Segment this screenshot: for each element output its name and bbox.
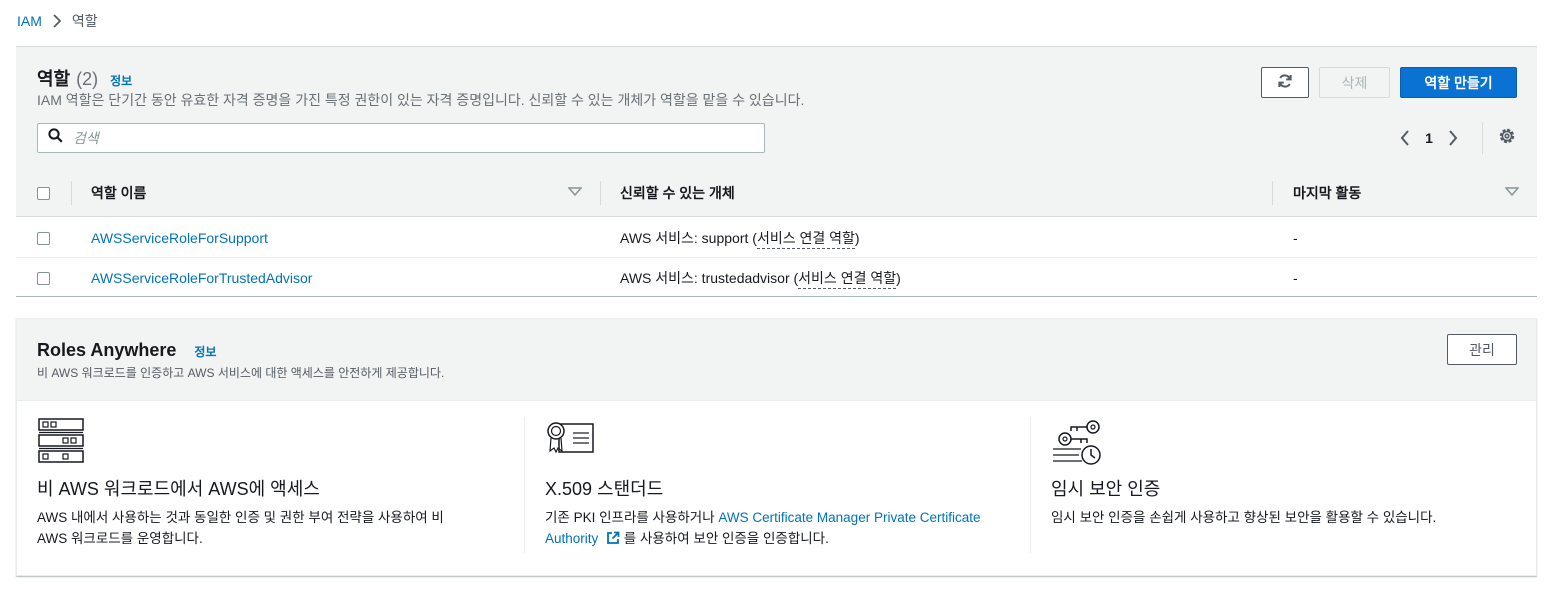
trusted-entity-suffix: ): [854, 230, 860, 246]
gear-icon: [1498, 127, 1516, 150]
delete-button[interactable]: 삭제: [1319, 67, 1390, 98]
roles-anywhere-heading: Roles Anywhere: [37, 340, 177, 360]
trusted-entity-cell: AWS 서비스: trustedadvisor ( 서비스 연결 역할 ): [620, 258, 901, 298]
table-settings-button[interactable]: [1496, 127, 1518, 149]
service-linked-role-tooltip[interactable]: 서비스 연결 역할: [798, 268, 897, 289]
pager-divider: [1482, 122, 1483, 154]
chevron-left-icon: [1400, 130, 1409, 146]
certificate-icon: [545, 417, 595, 466]
feature-description: 임시 보안 인증을 손쉽게 사용하고 향상된 보안을 활용할 수 있습니다.: [1051, 507, 1436, 528]
sort-caret-icon[interactable]: [568, 187, 582, 197]
chevron-right-icon: [1449, 130, 1458, 146]
roles-anywhere-panel: Roles Anywhere 정보 비 AWS 워크로드를 인증하고 AWS 서…: [16, 318, 1537, 576]
select-all-cell: [37, 169, 50, 217]
roles-anywhere-info-link[interactable]: 정보: [194, 343, 216, 360]
feature-divider: [1030, 417, 1031, 553]
row-checkbox[interactable]: [37, 271, 50, 285]
trusted-entity-suffix: ): [896, 270, 901, 286]
column-header-role-name[interactable]: 역할 이름: [91, 169, 146, 217]
feature-title: X.509 스탠더드: [545, 479, 664, 499]
feature-description: 기존 PKI 인프라를 사용하거나 AWS Certificate Manage…: [545, 507, 980, 551]
feature-title: 비 AWS 워크로드에서 AWS에 액세스: [37, 479, 320, 499]
roles-anywhere-title: Roles Anywhere 정보: [37, 340, 216, 361]
breadcrumb-iam-link[interactable]: IAM: [17, 13, 42, 29]
roles-title: 역할 (2) 정보: [37, 65, 132, 91]
role-name-cell: AWSServiceRoleForSupport: [91, 218, 268, 258]
column-header-trusted-entity[interactable]: 신뢰할 수 있는 개체: [620, 169, 735, 217]
table-row: AWSServiceRoleForSupport AWS 서비스: suppor…: [16, 218, 1537, 258]
feature-description-line: 임시 보안 인증을 손쉽게 사용하고 향상된 보안을 활용할 수 있습니다.: [1051, 510, 1437, 525]
pagination: 1: [1391, 127, 1467, 149]
breadcrumb-current: 역할: [71, 13, 98, 29]
roles-count: (2): [76, 69, 99, 89]
trusted-entity-cell: AWS 서비스: support ( 서비스 연결 역할 ): [620, 218, 860, 258]
feature-description-line: AWS 워크로드를 운영합니다.: [37, 531, 203, 546]
role-name-link[interactable]: AWSServiceRoleForTrustedAdvisor: [91, 270, 312, 286]
chevron-right-icon: [52, 14, 62, 28]
next-page-button[interactable]: [1439, 127, 1467, 149]
last-activity-cell: -: [1293, 270, 1298, 286]
roles-anywhere-description: 비 AWS 워크로드를 인증하고 AWS 서비스에 대한 액세스를 안전하게 제…: [37, 366, 445, 380]
refresh-icon: [1277, 73, 1293, 92]
feature-temporary-credentials: 임시 보안 인증 임시 보안 인증을 손쉽게 사용하고 향상된 보안을 활용할 …: [1051, 417, 1521, 555]
roles-panel: 역할 (2) 정보 IAM 역할은 단기간 동안 유효한 자격 증명을 가진 특…: [16, 46, 1537, 297]
select-all-checkbox[interactable]: [37, 186, 50, 200]
acm-private-ca-link-continued[interactable]: Authority: [545, 531, 598, 546]
role-name-cell: AWSServiceRoleForTrustedAdvisor: [91, 258, 312, 298]
feature-non-aws-workloads: 비 AWS 워크로드에서 AWS에 액세스 AWS 내에서 사용하는 것과 동일…: [37, 417, 507, 555]
feature-description-line: AWS 내에서 사용하는 것과 동일한 인증 및 권한 부여 전략을 사용하여 …: [37, 510, 444, 525]
sort-caret-icon[interactable]: [1505, 187, 1519, 197]
previous-page-button[interactable]: [1391, 127, 1419, 149]
feature-x509: X.509 스탠더드 기존 PKI 인프라를 사용하거나 AWS Certifi…: [545, 417, 1025, 555]
feature-description-text: 기존 PKI 인프라를 사용하거나: [545, 510, 719, 525]
row-select-cell: [37, 258, 50, 298]
feature-description-text: 를 사용하여 보안 인증을 인증합니다.: [620, 531, 829, 546]
trusted-entity-text: AWS 서비스: support (: [620, 230, 757, 246]
search-input[interactable]: [73, 130, 733, 146]
roles-info-link[interactable]: 정보: [110, 72, 132, 89]
column-divider: [600, 181, 601, 205]
breadcrumb: IAM 역할: [17, 11, 98, 31]
trusted-entity-text: AWS 서비스: trustedadvisor (: [620, 270, 799, 286]
last-activity-cell: -: [1293, 230, 1298, 246]
page-number[interactable]: 1: [1419, 130, 1439, 146]
feature-title: 임시 보안 인증: [1051, 479, 1161, 499]
acm-private-ca-link[interactable]: AWS Certificate Manager Private Certific…: [718, 510, 980, 525]
manage-button[interactable]: 관리: [1447, 334, 1517, 365]
column-header-last-activity[interactable]: 마지막 활동: [1293, 169, 1361, 217]
roles-heading: 역할: [37, 69, 71, 89]
row-select-cell: [37, 218, 50, 258]
column-divider: [71, 181, 72, 205]
roles-header: 역할 (2) 정보 IAM 역할은 단기간 동안 유효한 자격 증명을 가진 특…: [16, 47, 1537, 169]
table-row: AWSServiceRoleForTrustedAdvisor AWS 서비스:…: [16, 258, 1537, 298]
feature-description: AWS 내에서 사용하는 것과 동일한 인증 및 권한 부여 전략을 사용하여 …: [37, 507, 444, 549]
external-link-icon[interactable]: [606, 530, 620, 551]
server-rack-icon: [37, 417, 85, 470]
roles-table-header: 역할 이름 신뢰할 수 있는 개체 마지막 활동: [16, 169, 1537, 217]
row-checkbox[interactable]: [37, 231, 50, 245]
create-role-button[interactable]: 역할 만들기: [1400, 67, 1517, 98]
refresh-button[interactable]: [1261, 67, 1309, 98]
search-field[interactable]: [37, 123, 765, 153]
feature-divider: [524, 417, 525, 553]
service-linked-role-tooltip[interactable]: 서비스 연결 역할: [756, 228, 855, 249]
roles-description: IAM 역할은 단기간 동안 유효한 자격 증명을 가진 특정 권한이 있는 자…: [37, 92, 805, 108]
roles-anywhere-header: Roles Anywhere 정보 비 AWS 워크로드를 인증하고 AWS 서…: [17, 319, 1536, 401]
column-divider: [1272, 181, 1273, 205]
keys-clock-icon: [1051, 417, 1103, 472]
role-name-link[interactable]: AWSServiceRoleForSupport: [91, 230, 268, 246]
search-icon: [48, 128, 63, 148]
